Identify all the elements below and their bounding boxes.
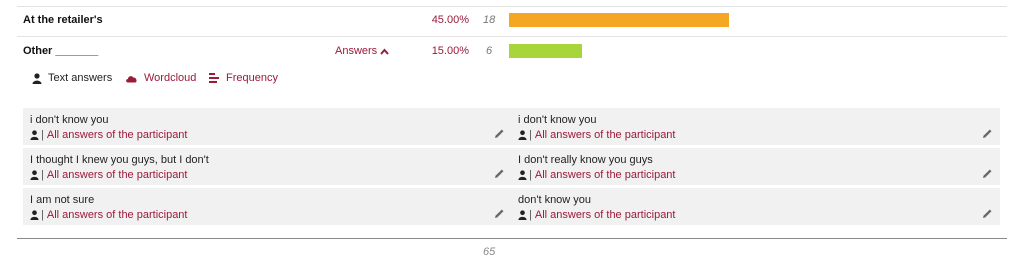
- tab-frequency-label: Frequency: [226, 72, 278, 84]
- meta-separator: |: [41, 169, 44, 181]
- answer-text: i don't know you: [518, 114, 597, 126]
- user-icon: [30, 170, 39, 180]
- answer-card: I don't really know you guys | All answe…: [511, 148, 1000, 185]
- answer-meta: | All answers of the participant: [30, 169, 188, 181]
- user-icon: [518, 170, 527, 180]
- total-divider: [17, 238, 1007, 239]
- answers-toggle[interactable]: Answers: [335, 45, 389, 57]
- meta-separator: |: [529, 169, 532, 181]
- answer-meta: | All answers of the participant: [518, 209, 676, 221]
- tab-text-answers-label: Text answers: [48, 72, 113, 84]
- pencil-icon[interactable]: [494, 168, 505, 179]
- user-icon: [518, 210, 527, 220]
- user-icon: [30, 130, 39, 140]
- row-divider: [17, 36, 1007, 37]
- participant-answers-link[interactable]: All answers of the participant: [47, 209, 188, 221]
- answers-toggle-label: Answers: [335, 45, 378, 57]
- pencil-icon[interactable]: [494, 128, 505, 139]
- answer-card: I am not sure | All answers of the parti…: [23, 188, 512, 225]
- tab-wordcloud[interactable]: Wordcloud: [125, 72, 196, 84]
- option-label-retailer: At the retailer's: [23, 14, 103, 26]
- participant-answers-link[interactable]: All answers of the participant: [535, 169, 676, 181]
- meta-separator: |: [41, 129, 44, 141]
- option-percent-other: 15.00%: [431, 45, 469, 57]
- answer-card: i don't know you | All answers of the pa…: [23, 108, 512, 145]
- top-divider: [17, 6, 1007, 7]
- pencil-icon[interactable]: [982, 168, 993, 179]
- participant-answers-link[interactable]: All answers of the participant: [47, 129, 188, 141]
- participant-answers-link[interactable]: All answers of the participant: [535, 209, 676, 221]
- participant-answers-link[interactable]: All answers of the participant: [47, 169, 188, 181]
- answer-meta: | All answers of the participant: [518, 129, 676, 141]
- option-bar-other: [509, 44, 582, 58]
- participant-answers-link[interactable]: All answers of the participant: [535, 129, 676, 141]
- answer-card: don't know you | All answers of the part…: [511, 188, 1000, 225]
- option-count-other: 6: [486, 45, 493, 57]
- meta-separator: |: [41, 209, 44, 221]
- meta-separator: |: [529, 129, 532, 141]
- answer-text: I am not sure: [30, 194, 95, 206]
- answer-text: I thought I knew you guys, but I don't: [30, 154, 209, 166]
- total-count: 65: [483, 246, 496, 258]
- tab-wordcloud-label: Wordcloud: [144, 72, 197, 84]
- tab-frequency[interactable]: Frequency: [209, 72, 278, 84]
- answer-meta: | All answers of the participant: [30, 129, 188, 141]
- option-bar-retailer: [509, 13, 729, 27]
- meta-separator: |: [529, 209, 532, 221]
- tab-text-answers[interactable]: Text answers: [32, 72, 112, 84]
- cloud-icon: [126, 75, 137, 82]
- user-icon: [518, 130, 527, 140]
- chevron-up-icon: [380, 47, 389, 55]
- bars-icon: [209, 73, 219, 83]
- user-icon: [30, 210, 39, 220]
- user-icon: [32, 72, 42, 84]
- pencil-icon[interactable]: [982, 128, 993, 139]
- answer-meta: | All answers of the participant: [30, 209, 188, 221]
- pencil-icon[interactable]: [982, 208, 993, 219]
- option-label-other: Other _______: [23, 45, 99, 57]
- answer-meta: | All answers of the participant: [518, 169, 676, 181]
- option-count-retailer: 18: [483, 14, 496, 26]
- answer-card: i don't know you | All answers of the pa…: [511, 108, 1000, 145]
- option-percent-retailer: 45.00%: [431, 14, 469, 26]
- pencil-icon[interactable]: [494, 208, 505, 219]
- answer-text: i don't know you: [30, 114, 109, 126]
- answer-text: don't know you: [518, 194, 592, 206]
- answer-card: I thought I knew you guys, but I don't |…: [23, 148, 512, 185]
- answer-text: I don't really know you guys: [518, 154, 653, 166]
